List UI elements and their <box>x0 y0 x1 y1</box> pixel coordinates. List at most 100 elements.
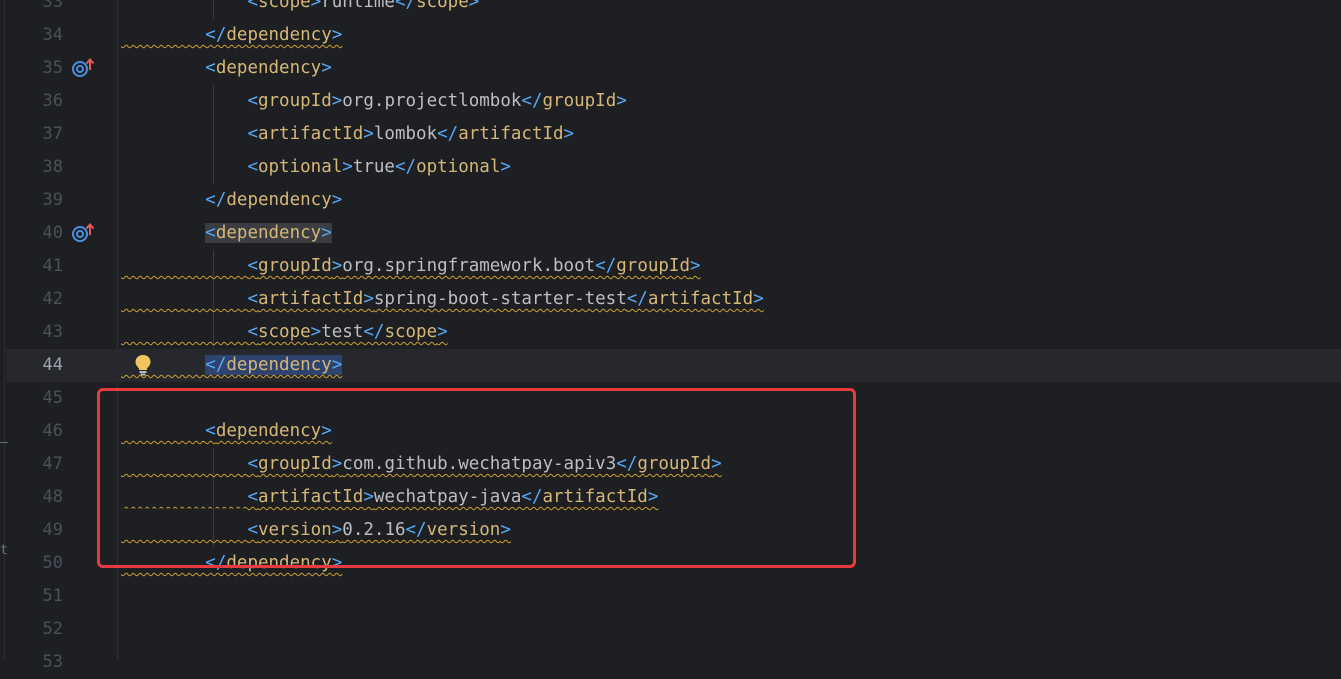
code-line[interactable]: 48 <artifactId>wechatpay-java</artifactI… <box>0 481 1341 514</box>
xml-bracket: > <box>363 487 374 507</box>
code-line[interactable]: 43 <scope>test</scope> <box>0 316 1341 349</box>
warning-squiggle: <version>0.2.16</version> <box>121 520 510 540</box>
line-number[interactable]: 48 <box>0 481 63 514</box>
code-line[interactable]: 44 </dependency> <box>0 349 1341 382</box>
code-content: <dependency> <box>121 223 332 243</box>
line-number[interactable]: 51 <box>0 580 63 613</box>
code-text[interactable]: </dependency> <box>121 19 342 52</box>
line-number[interactable]: 33 <box>0 0 63 19</box>
code-line[interactable]: 53 <box>0 646 1341 679</box>
xml-bracket: > <box>753 289 764 309</box>
line-number[interactable]: 41 <box>0 250 63 283</box>
line-number[interactable]: 45 <box>0 382 63 415</box>
code-line[interactable]: 35 <dependency> <box>0 52 1341 85</box>
xml-bracket: > <box>331 355 343 375</box>
code-line[interactable]: 39 </dependency> <box>0 184 1341 217</box>
xml-tag-name: groupId <box>616 256 691 276</box>
code-line[interactable]: 45 <box>0 382 1341 415</box>
run-target-icon[interactable] <box>71 223 95 243</box>
xml-bracket: </ <box>437 124 459 144</box>
run-target-icon[interactable] <box>71 58 95 78</box>
code-line[interactable]: 37 <artifactId>lombok</artifactId> <box>0 118 1341 151</box>
xml-tag-name: artifactId <box>257 124 364 144</box>
line-number[interactable]: 49 <box>0 514 63 547</box>
code-text[interactable]: <groupId>com.github.wechatpay-apiv3</gro… <box>121 448 721 481</box>
line-number[interactable]: 35 <box>0 52 63 85</box>
xml-tag-name: optional <box>257 157 343 177</box>
code-line[interactable]: 40 <dependency> <box>0 217 1341 250</box>
line-number[interactable]: 36 <box>0 85 63 118</box>
code-text[interactable]: <dependency> <box>121 217 332 250</box>
code-text[interactable]: <optional>true</optional> <box>121 151 510 184</box>
tag-group: <scope>runtime</scope> <box>247 0 479 12</box>
tag-caret-highlight: </dependency> <box>205 355 343 375</box>
code-line[interactable]: 49 <version>0.2.16</version> <box>0 514 1341 547</box>
tag-group: </dependency> <box>205 553 342 573</box>
code-text[interactable]: <version>0.2.16</version> <box>121 514 510 547</box>
code-line[interactable]: 51 <box>0 580 1341 613</box>
warning-squiggle: <scope>test</scope> <box>121 322 448 342</box>
xml-tag-name: scope <box>257 0 311 12</box>
code-text[interactable]: <groupId>org.projectlombok</groupId> <box>121 85 626 118</box>
xml-bracket: > <box>331 520 343 540</box>
code-line[interactable]: 36 <groupId>org.projectlombok</groupId> <box>0 85 1341 118</box>
code-text[interactable]: <dependency> <box>121 415 331 448</box>
code-line[interactable]: 46 <dependency> <box>0 415 1341 448</box>
xml-text-value: wechatpay-java <box>373 487 522 507</box>
code-line[interactable]: 42 <artifactId>spring-boot-starter-test<… <box>0 283 1341 316</box>
code-line[interactable]: 33 <scope>runtime</scope> <box>0 0 1341 19</box>
xml-bracket: < <box>247 289 258 309</box>
line-number[interactable]: 37 <box>0 118 63 151</box>
line-number[interactable]: 40 <box>0 217 63 250</box>
code-text[interactable]: <artifactId>spring-boot-starter-test</ar… <box>121 283 764 316</box>
code-text[interactable]: <artifactId>lombok</artifactId> <box>121 118 574 151</box>
xml-bracket: > <box>331 454 343 474</box>
xml-bracket: > <box>321 58 332 78</box>
line-number[interactable]: 47 <box>0 448 63 481</box>
xml-bracket: > <box>321 223 332 243</box>
xml-tag-name: dependency <box>226 190 332 210</box>
line-number[interactable]: 43 <box>0 316 63 349</box>
code-text[interactable]: <artifactId>wechatpay-java</artifactId> <box>121 481 658 514</box>
code-line[interactable]: 52 <box>0 613 1341 646</box>
xml-bracket: > <box>437 322 448 342</box>
xml-bracket: < <box>205 421 216 441</box>
code-text[interactable]: </dependency> <box>121 349 343 382</box>
xml-bracket: < <box>247 322 258 342</box>
xml-bracket: > <box>331 256 343 276</box>
code-content: <groupId>org.projectlombok</groupId> <box>121 91 626 111</box>
code-text[interactable]: <dependency> <box>121 52 332 85</box>
code-line[interactable]: 34 </dependency> <box>0 19 1341 52</box>
line-number[interactable]: 34 <box>0 19 63 52</box>
line-number[interactable]: 44 <box>0 349 63 382</box>
line-number[interactable]: 39 <box>0 184 63 217</box>
code-line[interactable]: 41 <groupId>org.springframework.boot</gr… <box>0 250 1341 283</box>
xml-bracket: > <box>363 124 374 144</box>
line-number[interactable]: 38 <box>0 151 63 184</box>
line-number[interactable]: 50 <box>0 547 63 580</box>
code-text[interactable]: <groupId>org.springframework.boot</group… <box>121 250 700 283</box>
line-number[interactable]: 42 <box>0 283 63 316</box>
line-number[interactable]: 46 <box>0 415 63 448</box>
xml-bracket: > <box>310 322 322 342</box>
code-text[interactable]: </dependency> <box>121 184 342 217</box>
code-editor[interactable]: 33 <scope>runtime</scope> 34 </dependency… <box>0 0 1341 672</box>
code-line[interactable]: 38 <optional>true</optional> <box>0 151 1341 184</box>
line-number[interactable]: 52 <box>0 613 63 646</box>
code-text[interactable]: </dependency> <box>121 547 342 580</box>
xml-text-value: test <box>321 322 364 342</box>
xml-bracket: </ <box>405 520 427 540</box>
xml-tag-name: groupId <box>257 454 332 474</box>
code-text[interactable]: <scope>test</scope> <box>121 316 448 349</box>
code-line[interactable]: 50 </dependency> <box>0 547 1341 580</box>
code-content: <optional>true</optional> <box>121 157 510 177</box>
code-line[interactable]: 47 <groupId>com.github.wechatpay-apiv3</… <box>0 448 1341 481</box>
line-number[interactable]: 53 <box>0 646 63 679</box>
xml-bracket: </ <box>521 91 543 111</box>
code-text[interactable]: <scope>runtime</scope> <box>121 0 479 19</box>
